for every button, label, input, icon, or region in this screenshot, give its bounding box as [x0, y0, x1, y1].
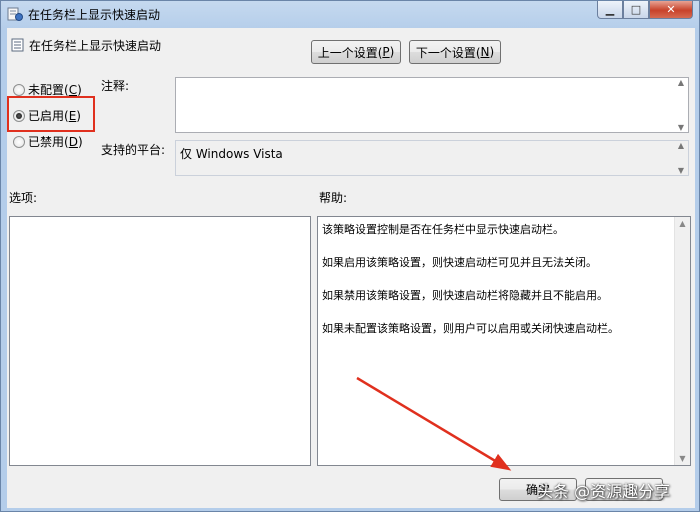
comment-label: 注释: [101, 79, 130, 93]
help-scrollbar[interactable]: ▲ ▼ [674, 217, 690, 465]
help-section-label: 帮助: [319, 191, 348, 205]
supported-platform-value: 仅 Windows Vista [180, 147, 283, 161]
setting-title: 在任务栏上显示快速启动 [29, 39, 162, 53]
scroll-down-icon[interactable]: ▼ [678, 166, 684, 175]
comment-scrollbar[interactable]: ▲ ▼ [674, 78, 688, 132]
next-setting-label: 下一个设置( [415, 45, 481, 60]
radio-not-configured-accesskey: C [68, 82, 78, 97]
platform-scrollbar[interactable]: ▲ ▼ [674, 141, 688, 175]
previous-setting-paren: ) [389, 45, 395, 59]
maximize-button[interactable]: □ [623, 1, 649, 19]
title-bar[interactable]: 在任务栏上显示快速启动 ▁ □ ✕ [1, 1, 699, 27]
radio-disabled-paren: ) [77, 134, 83, 149]
annotation-highlight-box [7, 96, 95, 132]
scroll-down-icon[interactable]: ▼ [679, 454, 685, 463]
radio-disabled[interactable]: 已禁用(D) [13, 133, 83, 150]
supported-platform-label: 支持的平台: [101, 143, 166, 157]
scroll-up-icon[interactable]: ▲ [679, 219, 685, 228]
radio-disabled-label: 已禁用( [28, 135, 69, 149]
dialog-client-area: 在任务栏上显示快速启动 上一个设置(P) 下一个设置(N) 未配置(C) 已启用… [7, 28, 695, 508]
comment-field[interactable]: ▲ ▼ [175, 77, 689, 133]
next-setting-accesskey: N [480, 45, 490, 59]
policy-dialog-window: 在任务栏上显示快速启动 ▁ □ ✕ 在任务栏上显示快速启动 上一个设置(P) 下… [0, 0, 700, 512]
watermark: 头条 @资源趣分享 [537, 482, 671, 501]
window-title: 在任务栏上显示快速启动 [28, 8, 161, 22]
help-line: 该策略设置控制是否在任务栏中显示快速启动栏。 [322, 223, 564, 236]
help-line: 如果启用该策略设置，则快速启动栏可见并且无法关闭。 [322, 256, 597, 269]
policy-icon [7, 7, 23, 21]
help-line: 如果禁用该策略设置，则快速启动栏将隐藏并且不能启用。 [322, 289, 608, 302]
window-controls: ▁ □ ✕ [597, 1, 693, 20]
previous-setting-label: 上一个设置( [317, 45, 383, 60]
radio-not-configured-indicator[interactable] [13, 83, 25, 96]
options-section-label: 选项: [9, 191, 38, 205]
supported-platform-field: 仅 Windows Vista ▲ ▼ [175, 140, 689, 176]
scroll-up-icon[interactable]: ▲ [678, 78, 684, 87]
radio-not-configured-paren: ) [77, 82, 82, 97]
previous-setting-button[interactable]: 上一个设置(P) [311, 40, 401, 64]
options-pane [9, 216, 311, 466]
minimize-button[interactable]: ▁ [597, 1, 623, 19]
help-pane: 该策略设置控制是否在任务栏中显示快速启动栏。 如果启用该策略设置，则快速启动栏可… [317, 216, 691, 466]
help-line: 如果未配置该策略设置，则用户可以启用或关闭快速启动栏。 [322, 322, 619, 335]
policy-setting-icon [11, 38, 24, 52]
previous-setting-accesskey: P [382, 45, 390, 59]
next-setting-paren: ) [489, 45, 495, 59]
scroll-down-icon[interactable]: ▼ [678, 123, 684, 132]
radio-disabled-accesskey: D [68, 134, 78, 149]
scroll-up-icon[interactable]: ▲ [678, 141, 684, 150]
radio-disabled-indicator[interactable] [13, 135, 25, 148]
next-setting-button[interactable]: 下一个设置(N) [409, 40, 501, 64]
close-button[interactable]: ✕ [649, 1, 693, 19]
